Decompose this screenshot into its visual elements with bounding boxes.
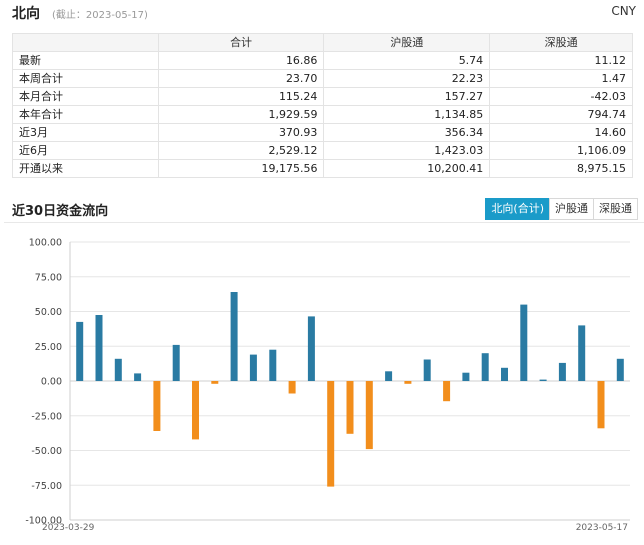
bar [114,358,122,381]
cell-sh: 157.27 [323,87,491,106]
bar [404,381,412,384]
cell-sz: 794.74 [489,105,633,124]
bar [134,373,142,381]
section-title: 近30日资金流向 [12,204,109,219]
cell-total: 2,529.12 [157,141,325,160]
bar [616,358,624,381]
table-row: 本年合计 1,929.59 1,134.85 794.74 [12,105,633,124]
bar [307,316,315,381]
cell-sh: 5.74 [323,51,491,70]
table-row: 近3月 370.93 356.34 14.60 [12,123,633,142]
tab-northbound-total[interactable]: 北向(合计) [485,198,550,220]
row-label: 开通以来 [12,159,159,178]
cell-total: 370.93 [157,123,325,142]
table-row: 近6月 2,529.12 1,423.03 1,106.09 [12,141,633,160]
cell-sz: 14.60 [489,123,633,142]
y-tick-label: 100.00 [29,238,62,249]
cell-sh: 10,200.41 [323,159,491,178]
cell-sz: 1.47 [489,69,633,88]
cell-total: 16.86 [157,51,325,70]
table-header-row: 合计 沪股通 深股通 [12,33,633,52]
cell-total: 1,929.59 [157,105,325,124]
cell-total: 23.70 [157,69,325,88]
table-row: 开通以来 19,175.56 10,200.41 8,975.15 [12,159,633,178]
bar [520,304,528,381]
bar [385,371,393,381]
cell-sh: 356.34 [323,123,491,142]
header-sh-connect: 沪股通 [323,33,491,52]
tab-sh-connect[interactable]: 沪股通 [549,198,594,220]
table-row: 本周合计 23.70 22.23 1.47 [12,69,633,88]
page-title: 北向 [12,6,40,22]
cell-sz: 1,106.09 [489,141,633,160]
currency-label: CNY [611,4,636,18]
bar [365,381,373,450]
bar [249,354,257,381]
cell-sz: 11.12 [489,51,633,70]
bar [327,381,335,487]
bar [211,381,219,384]
summary-table: 合计 沪股通 深股通 最新 16.86 5.74 11.12 本周合计 23.7… [12,33,633,178]
bar [423,359,431,381]
y-tick-label: -75.00 [31,481,62,492]
bar [597,381,605,429]
cell-total: 115.24 [157,87,325,106]
bar [501,367,508,381]
bar [443,381,451,402]
cell-sh: 1,423.03 [323,141,491,160]
table-row: 本月合计 115.24 157.27 -42.03 [12,87,633,106]
cell-sz: 8,975.15 [489,159,633,178]
x-end-label: 2023-05-17 [576,523,628,533]
bar [230,292,238,381]
bar [76,321,84,381]
bar [558,362,566,381]
bar [578,325,586,381]
y-tick-label: -25.00 [31,411,62,422]
row-label: 最新 [12,51,159,70]
cell-total: 19,175.56 [157,159,325,178]
bar [172,344,180,381]
bar [462,372,470,381]
row-label: 本年合计 [12,105,159,124]
cell-sh: 1,134.85 [323,105,491,124]
bar [481,353,489,381]
y-tick-label: 0.00 [41,377,62,388]
bar [95,315,103,381]
header-blank [12,33,159,52]
bar [153,381,161,431]
tab-sz-connect[interactable]: 深股通 [593,198,638,220]
header-sz-connect: 深股通 [489,33,633,52]
row-label: 近3月 [12,123,159,142]
bar [192,381,199,440]
bar [346,381,354,434]
y-tick-label: 50.00 [35,307,62,318]
bar [269,349,277,381]
cell-sz: -42.03 [489,87,633,106]
as-of-date: (截止：2023-05-17) [52,10,148,21]
flow-chart-container: 100.00 75.00 50.00 25.00 0.00 -25.00 -50.00 -75… [4,222,644,542]
header-total: 合计 [157,33,325,52]
flow-bar-chart: 100.00 75.00 50.00 25.00 0.00 -25.00 -50.00 -75… [25,238,630,533]
y-tick-label: 75.00 [35,272,62,283]
cell-sh: 22.23 [323,69,491,88]
bar [288,381,296,394]
y-tick-label: 25.00 [35,342,62,353]
row-label: 本周合计 [12,69,159,88]
y-tick-label: -50.00 [31,446,62,457]
row-label: 近6月 [12,141,159,160]
header: 北向 (截止：2023-05-17) CNY [0,0,644,24]
flow-tabs: 北向(合计) 沪股通 深股通 [485,198,638,220]
table-row: 最新 16.86 5.74 11.12 [12,51,633,70]
row-label: 本月合计 [12,87,159,106]
bar [539,379,547,381]
x-start-label: 2023-03-29 [42,523,95,533]
